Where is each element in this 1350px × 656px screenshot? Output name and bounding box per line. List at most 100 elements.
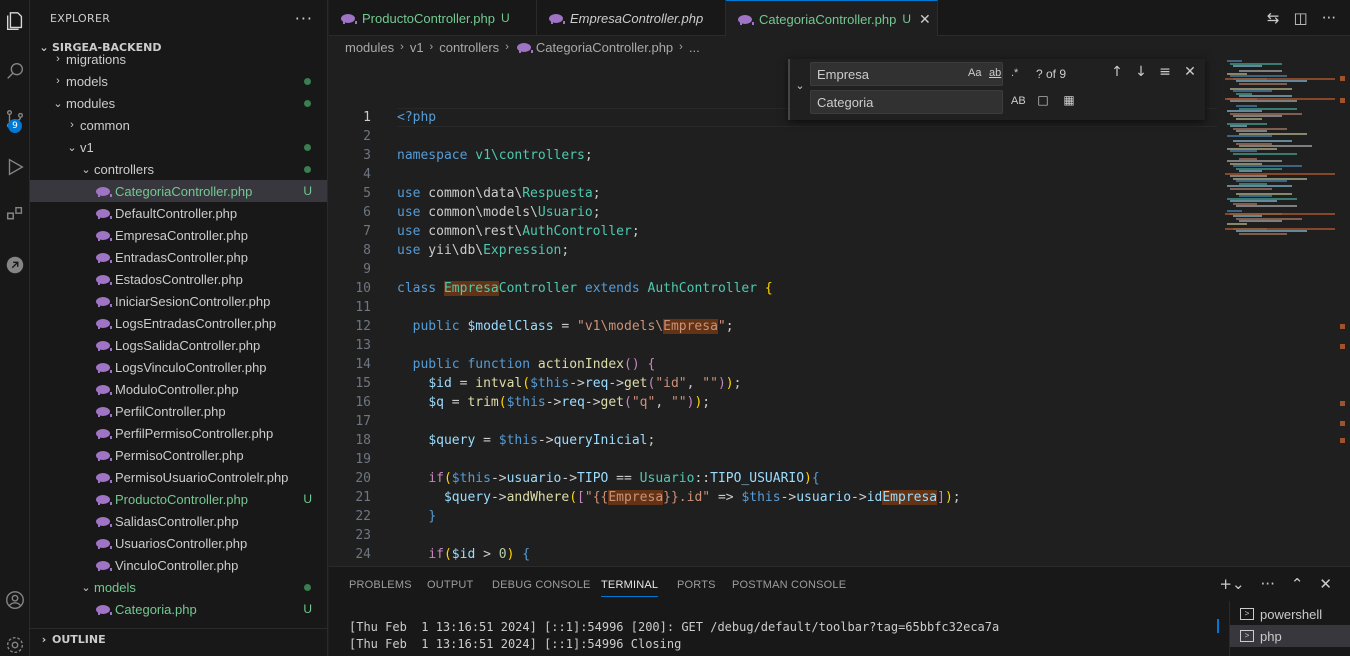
match-case-toggle[interactable]: Aa: [968, 67, 981, 79]
minimap[interactable]: [1225, 58, 1335, 566]
tab-terminal[interactable]: TERMINAL: [601, 579, 659, 597]
breadcrumb-item[interactable]: CategoriaController.php: [536, 40, 673, 55]
minimap-line: [1233, 65, 1262, 67]
line-number: 14: [355, 357, 371, 372]
compare-changes-icon[interactable]: ⇆: [1267, 9, 1280, 27]
tree-file[interactable]: LogsVinculoController.php: [30, 356, 327, 378]
close-icon[interactable]: ✕: [919, 11, 931, 28]
tab-postman-console[interactable]: POSTMAN CONSOLE: [732, 579, 846, 591]
breadcrumb-item[interactable]: modules: [345, 40, 394, 55]
tree-folder[interactable]: › migrations: [30, 48, 327, 70]
replace-icon[interactable]: □: [1034, 93, 1052, 107]
php-file-icon: [96, 186, 112, 197]
split-editor-icon[interactable]: ◫: [1294, 9, 1308, 27]
tree-file[interactable]: DefaultController.php: [30, 202, 327, 224]
explorer-icon[interactable]: [0, 6, 30, 36]
minimap-match-highlight: [1225, 98, 1335, 100]
minimap-line: [1236, 205, 1297, 207]
tree-file[interactable]: Categoria.php U: [30, 598, 327, 620]
more-actions-icon[interactable]: ···: [1322, 9, 1336, 27]
close-icon[interactable]: ✕: [1181, 64, 1199, 80]
find-in-selection-icon[interactable]: ≡: [1156, 64, 1174, 80]
tree-file[interactable]: EstadosController.php: [30, 268, 327, 290]
line-number: 11: [355, 300, 371, 315]
tree-item-label: LogsEntradasController.php: [115, 315, 277, 331]
tree-file[interactable]: PermisoUsuarioControlelr.php: [30, 466, 327, 488]
tree-file[interactable]: IniciarSesionController.php: [30, 290, 327, 312]
tab-output[interactable]: OUTPUT: [427, 579, 473, 591]
tab-ports[interactable]: PORTS: [677, 579, 716, 591]
tree-file[interactable]: VinculoController.php: [30, 554, 327, 576]
outline-section-header[interactable]: › OUTLINE: [30, 628, 327, 650]
whole-word-toggle[interactable]: ab: [989, 67, 1001, 79]
tree-file[interactable]: UsuariosController.php: [30, 532, 327, 554]
tree-folder[interactable]: › models: [30, 70, 327, 92]
replace-input[interactable]: Categoria AB: [810, 90, 1026, 114]
breadcrumb-item[interactable]: ...: [689, 40, 700, 55]
tree-folder[interactable]: ⌄ models: [30, 576, 327, 598]
tree-file[interactable]: EmpresaController.php: [30, 224, 327, 246]
tab-categoria-controller[interactable]: CategoriaController.php U ✕: [726, 0, 938, 37]
next-match-arrow-down-icon[interactable]: ↓: [1132, 64, 1150, 80]
tree-file[interactable]: ModuloController.php: [30, 378, 327, 400]
more-actions-icon[interactable]: ···: [1261, 575, 1275, 593]
toggle-replace-chevron-icon[interactable]: ⌄: [792, 79, 808, 92]
find-input[interactable]: Empresa Aa ab .*: [810, 62, 1018, 86]
php-file-icon: [96, 560, 112, 571]
account-icon[interactable]: [0, 585, 30, 615]
breadcrumb-item[interactable]: controllers: [439, 40, 499, 55]
postman-icon[interactable]: [0, 250, 30, 280]
terminal-item-php[interactable]: > php: [1230, 625, 1350, 647]
tree-item-label: EstadosController.php: [115, 271, 243, 287]
tree-file[interactable]: PermisoController.php: [30, 444, 327, 466]
search-icon[interactable]: [0, 56, 30, 86]
line-number: 7: [363, 224, 371, 239]
tree-item-label: LogsVinculoController.php: [115, 359, 267, 375]
tree-file[interactable]: EntradasController.php: [30, 246, 327, 268]
tree-item-label: PerfilController.php: [115, 403, 226, 419]
preserve-case-toggle[interactable]: AB: [1011, 95, 1026, 107]
code-line: 24 if($id > 0) {: [329, 545, 1229, 564]
tree-item-label: CategoriaController.php: [115, 183, 253, 199]
tab-debug-console[interactable]: DEBUG CONSOLE: [492, 579, 591, 591]
more-actions-icon[interactable]: ···: [295, 9, 313, 28]
regex-toggle[interactable]: .*: [1011, 67, 1018, 79]
breadcrumb-item[interactable]: v1: [410, 40, 424, 55]
scrollbar-match-marker: [1340, 76, 1345, 81]
close-icon[interactable]: ✕: [1319, 575, 1332, 593]
php-file-icon: [96, 340, 112, 351]
find-replace-widget: ⌄ Empresa Aa ab .* ? of 9 ↑ ↓ ≡ ✕ Catego…: [788, 59, 1205, 120]
tree-folder[interactable]: ⌄ modules: [30, 92, 327, 114]
tab-producto-controller[interactable]: ProductoController.php U: [329, 0, 537, 36]
maximize-panel-chevron-up-icon[interactable]: ⌃: [1291, 575, 1304, 593]
chevron-down-icon: ⌄: [81, 581, 91, 594]
tab-label: ProductoController.php: [362, 10, 495, 26]
run-debug-icon[interactable]: [0, 152, 30, 182]
minimap-line: [1227, 222, 1247, 225]
tree-file[interactable]: PerfilPermisoController.php: [30, 422, 327, 444]
tree-file[interactable]: LogsEntradasController.php: [30, 312, 327, 334]
previous-match-arrow-up-icon[interactable]: ↑: [1108, 64, 1126, 80]
code-line: 18 $query = $this->queryInicial;: [329, 431, 1229, 450]
terminal-item-powershell[interactable]: > powershell: [1230, 603, 1350, 625]
code-line: 22 }: [329, 507, 1229, 526]
tree-file[interactable]: PerfilController.php: [30, 400, 327, 422]
line-number: 23: [355, 528, 371, 543]
tab-problems[interactable]: PROBLEMS: [349, 579, 412, 591]
replace-all-icon[interactable]: ▦: [1060, 93, 1078, 107]
settings-gear-icon[interactable]: [0, 630, 30, 656]
tree-file[interactable]: SalidasController.php: [30, 510, 327, 532]
tree-folder[interactable]: ⌄ v1: [30, 136, 327, 158]
code-line: 5 use common\data\Respuesta;: [329, 184, 1229, 203]
tree-file[interactable]: CategoriaController.php U: [30, 180, 327, 202]
tree-folder[interactable]: › common: [30, 114, 327, 136]
code-editor[interactable]: 1 <?php 2 3 namespace v1\controllers; 4 5u…: [329, 58, 1350, 566]
tree-folder[interactable]: ⌄ controllers: [30, 158, 327, 180]
tree-file[interactable]: LogsSalidaController.php: [30, 334, 327, 356]
activity-bar: 9: [0, 0, 30, 656]
extensions-icon[interactable]: [0, 200, 30, 230]
new-terminal-plus-icon[interactable]: +⌄: [1219, 575, 1244, 593]
tree-file[interactable]: ProductoController.php U: [30, 488, 327, 510]
line-number: 17: [355, 414, 371, 429]
tab-empresa-controller[interactable]: EmpresaController.php: [537, 0, 726, 36]
